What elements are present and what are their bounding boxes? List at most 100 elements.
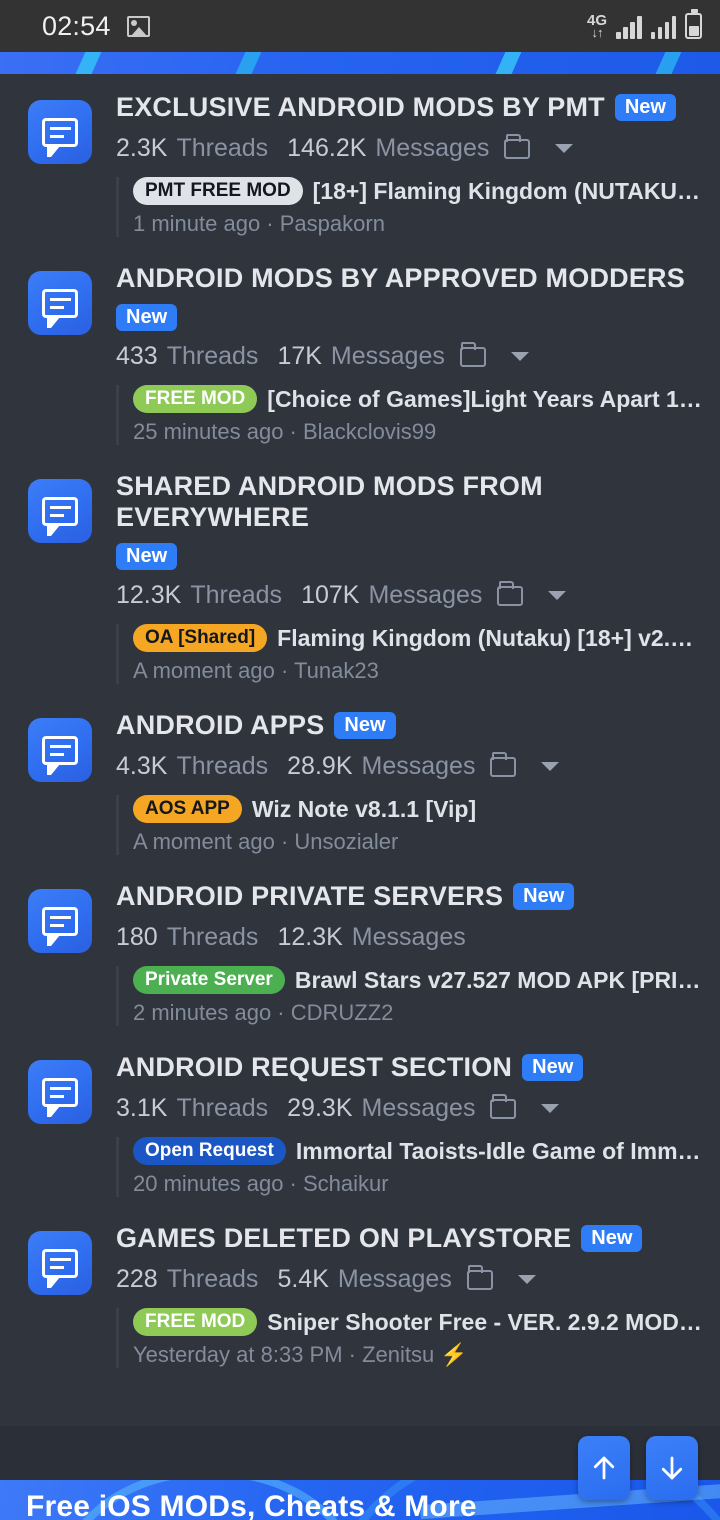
last-post-title[interactable]: Sniper Shooter Free - VER. 2.9.2 MOD APK…: [267, 1309, 702, 1336]
forum-node-body: ANDROID MODS BY APPROVED MODDERS New 433 Th…: [92, 263, 702, 445]
chevron-down-icon[interactable]: [555, 144, 574, 153]
forum-node-row[interactable]: SHARED ANDROID MODS FROM EVERYWHERE New 12…: [0, 457, 720, 696]
thread-count: 228: [116, 1265, 158, 1293]
status-clock: 02:54: [42, 10, 111, 41]
last-post-preview[interactable]: FREE MOD [Choice of Games]Light Years Apa…: [116, 385, 702, 445]
messages-label: Messages: [337, 1265, 452, 1293]
chevron-down-icon[interactable]: [517, 1275, 536, 1284]
thread-prefix-badge: OA [Shared]: [133, 624, 268, 652]
chevron-down-icon[interactable]: [541, 1104, 560, 1113]
thread-count: 2.3K: [116, 134, 168, 162]
message-count: 17K: [277, 342, 322, 370]
forum-node-title[interactable]: EXCLUSIVE ANDROID MODS BY PMT: [116, 92, 605, 123]
forum-node-title[interactable]: ANDROID REQUEST SECTION: [116, 1052, 512, 1083]
scroll-to-top-button[interactable]: [578, 1436, 630, 1500]
banner-title: Free iOS MODs, Cheats & More: [26, 1490, 477, 1520]
signal-bars-icon-sim1: [616, 15, 642, 39]
chevron-down-icon[interactable]: [541, 762, 560, 771]
message-count: 12.3K: [277, 923, 343, 951]
forum-node-row[interactable]: ANDROID APPS New 4.3K Threads 28.9K Messages A…: [0, 696, 720, 867]
threads-label: Threads: [176, 752, 269, 780]
forum-speech-bubble-icon: [28, 718, 92, 782]
last-post-preview[interactable]: FREE MOD Sniper Shooter Free - VER. 2.9.2…: [116, 1308, 702, 1368]
thread-prefix-badge: FREE MOD: [133, 385, 258, 413]
folder-icon[interactable]: [497, 580, 524, 606]
forum-node-body: ANDROID REQUEST SECTION New 3.1K Threads 29.…: [92, 1052, 702, 1197]
message-count: 5.4K: [277, 1265, 329, 1293]
last-post-title[interactable]: Brawl Stars v27.527 MOD APK [PRIVATE SER…: [295, 967, 702, 994]
last-post-preview[interactable]: Private Server Brawl Stars v27.527 MOD AP…: [116, 966, 702, 1026]
forum-node-stats: 3.1K Threads 29.3K Messages: [116, 1093, 702, 1123]
messages-label: Messages: [361, 752, 476, 780]
forum-node-row[interactable]: GAMES DELETED ON PLAYSTORE New 228 Threads 5…: [0, 1209, 720, 1380]
last-post-preview[interactable]: PMT FREE MOD [18+] Flaming Kingdom (NUTAK…: [116, 177, 702, 237]
folder-icon[interactable]: [490, 751, 517, 777]
arrow-down-icon: [661, 1456, 683, 1480]
image-icon: [126, 15, 150, 37]
folder-icon[interactable]: [466, 1264, 493, 1290]
forum-node-row[interactable]: ANDROID PRIVATE SERVERS New 180 Threads 12.3…: [0, 867, 720, 1038]
new-badge: New: [116, 304, 178, 331]
forum-node-title[interactable]: ANDROID PRIVATE SERVERS: [116, 881, 503, 912]
last-post-title[interactable]: Flaming Kingdom (Nutaku) [18+] v2.1.2020…: [277, 625, 702, 652]
forum-node-list: EXCLUSIVE ANDROID MODS BY PMT New 2.3K Thre…: [0, 74, 720, 1426]
forum-node-row[interactable]: EXCLUSIVE ANDROID MODS BY PMT New 2.3K Thre…: [0, 78, 720, 249]
last-post-preview[interactable]: OA [Shared] Flaming Kingdom (Nutaku) [18+…: [116, 624, 702, 684]
new-badge: New: [513, 883, 575, 910]
status-bar: 02:54 4G ↓↑: [0, 0, 720, 52]
thread-prefix-badge: AOS APP: [133, 795, 242, 823]
new-badge: New: [522, 1054, 584, 1081]
last-post-title[interactable]: [Choice of Games]Light Years Apart 1.1 M…: [267, 386, 702, 413]
last-post-title[interactable]: [18+] Flaming Kingdom (NUTAKU) Ver. 2.1.…: [313, 178, 702, 205]
folder-icon[interactable]: [504, 133, 531, 159]
new-badge: New: [334, 712, 396, 739]
thread-prefix-badge: Open Request: [133, 1137, 286, 1165]
last-post-title[interactable]: Immortal Taoists-Idle Game of Immortal C…: [296, 1138, 702, 1165]
last-post-preview[interactable]: Open Request Immortal Taoists-Idle Game o…: [116, 1137, 702, 1197]
forum-node-title[interactable]: ANDROID APPS: [116, 710, 324, 741]
thread-prefix-badge: PMT FREE MOD: [133, 177, 303, 205]
last-post-meta: 20 minutes ago · Schaikur: [133, 1171, 389, 1196]
forum-node-row[interactable]: ANDROID REQUEST SECTION New 3.1K Threads 29.…: [0, 1038, 720, 1209]
message-count: 146.2K: [287, 134, 367, 162]
chevron-down-icon[interactable]: [510, 352, 529, 361]
forum-node-body: SHARED ANDROID MODS FROM EVERYWHERE New 12…: [92, 471, 702, 684]
last-post-meta: Yesterday at 8:33 PM · Zenitsu ⚡: [133, 1342, 468, 1367]
forum-speech-bubble-icon: [28, 271, 92, 335]
forum-node-avatar: [28, 92, 92, 237]
forum-speech-bubble-icon: [28, 889, 92, 953]
network-arrows-icon: ↓↑: [591, 25, 603, 40]
top-banner-strip[interactable]: [0, 52, 720, 74]
forum-node-stats: 12.3K Threads 107K Messages: [116, 580, 702, 610]
forum-node-title[interactable]: SHARED ANDROID MODS FROM EVERYWHERE: [116, 471, 702, 533]
threads-label: Threads: [190, 581, 283, 609]
forum-node-title[interactable]: ANDROID MODS BY APPROVED MODDERS: [116, 263, 685, 294]
forum-node-row[interactable]: ANDROID MODS BY APPROVED MODDERS New 433 Th…: [0, 249, 720, 457]
last-post-preview[interactable]: AOS APP Wiz Note v8.1.1 [Vip] A moment ago…: [116, 795, 702, 855]
forum-node-avatar: [28, 1223, 92, 1368]
forum-node-body: ANDROID APPS New 4.3K Threads 28.9K Messages A…: [92, 710, 702, 855]
forum-node-avatar: [28, 263, 92, 445]
forum-speech-bubble-icon: [28, 1060, 92, 1124]
scroll-to-bottom-button[interactable]: [646, 1436, 698, 1500]
last-post-title[interactable]: Wiz Note v8.1.1 [Vip]: [252, 796, 476, 823]
folder-icon[interactable]: [459, 341, 486, 367]
forum-node-stats: 2.3K Threads 146.2K Messages: [116, 133, 702, 163]
thread-count: 433: [116, 342, 158, 370]
network-indicator: 4G ↓↑: [587, 13, 607, 39]
phone-screen: 02:54 4G ↓↑ EXCLUSIVE ANDROID MODS BY PM…: [0, 0, 720, 1520]
forum-node-title[interactable]: GAMES DELETED ON PLAYSTORE: [116, 1223, 571, 1254]
message-count: 29.3K: [287, 1094, 353, 1122]
scroll-controls: [578, 1436, 698, 1500]
threads-label: Threads: [176, 1094, 269, 1122]
new-badge: New: [614, 94, 676, 121]
chevron-down-icon[interactable]: [548, 591, 567, 600]
last-post-meta: 25 minutes ago · Blackclovis99: [133, 419, 437, 444]
forum-node-body: GAMES DELETED ON PLAYSTORE New 228 Threads 5…: [92, 1223, 702, 1368]
messages-label: Messages: [368, 581, 483, 609]
thread-prefix-badge: Private Server: [133, 966, 285, 994]
battery-icon: [685, 9, 702, 39]
folder-icon[interactable]: [490, 1093, 517, 1119]
arrow-up-icon: [593, 1456, 615, 1480]
last-post-meta: 1 minute ago · Paspakorn: [133, 211, 385, 236]
